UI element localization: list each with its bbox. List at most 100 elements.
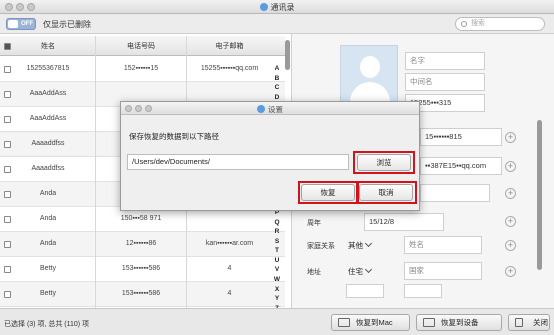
alphabet-index-letter[interactable]: Y [272, 294, 282, 304]
alphabet-index-letter[interactable]: W [272, 275, 282, 285]
toggle-label: OFF [21, 21, 33, 27]
settings-dialog: 设置 保存恢复的数据到以下路径 /Users/dev/Documents/ 浏览… [120, 101, 420, 211]
table-row[interactable]: Betty 153▪▪▪▪▪▪586 4 [0, 257, 285, 282]
show-deleted-toggle[interactable]: OFF [6, 18, 36, 30]
toolbar: OFF 仅显示已删除 搜索 [0, 14, 554, 34]
relation-label: 家庭关系 [307, 243, 335, 250]
cell-name: Betty [40, 290, 56, 297]
browse-highlight [353, 151, 415, 174]
row-checkbox[interactable] [4, 291, 11, 298]
restore-to-device-button[interactable]: 恢复到设备 [416, 314, 502, 331]
row-checkbox[interactable] [4, 91, 11, 98]
column-header-name[interactable]: 姓名 [20, 41, 76, 51]
cell-name: Aaaaddfss [31, 140, 65, 147]
add-email-icon[interactable]: + [505, 161, 516, 172]
cell-name: Anda [39, 240, 57, 247]
cell-phone: 152▪▪▪▪▪▪15 [123, 65, 159, 72]
alphabet-index-letter[interactable]: S [272, 237, 282, 247]
address-label: 地址 [307, 269, 321, 276]
table-scrollbar[interactable] [285, 40, 290, 70]
search-icon [461, 21, 467, 27]
address-type-select[interactable]: 住宅 [348, 265, 373, 277]
settings-app-icon [257, 105, 265, 113]
alphabet-index-letter[interactable]: X [272, 285, 282, 295]
cell-name: 15255367815 [26, 65, 70, 72]
add-date-icon[interactable]: + [505, 216, 516, 227]
cell-name: Anda [39, 215, 57, 222]
row-checkbox[interactable] [4, 266, 11, 273]
cell-email: 4 [227, 265, 232, 272]
cell-email: 15255▪▪▪▪▪▪qq.com [200, 65, 259, 72]
exit-icon [515, 318, 523, 327]
cell-email: 4 [227, 290, 232, 297]
row-checkbox[interactable] [4, 166, 11, 173]
show-deleted-label: 仅显示已删除 [43, 20, 91, 29]
column-header-email[interactable]: 电子邮箱 [187, 41, 272, 51]
cell-name: Betty [40, 265, 56, 272]
restore-to-mac-button[interactable]: 恢复到Mac [331, 314, 410, 331]
alphabet-index-letter[interactable]: A [272, 64, 282, 74]
add-address-icon[interactable]: + [505, 266, 516, 277]
select-all-checkbox[interactable] [4, 43, 11, 50]
cell-email: kan▪▪▪▪▪▪ar.com [205, 240, 254, 247]
selection-status: 已选择 (3) 项, 总共 (110) 项 [4, 321, 90, 328]
cell-name: AaaAddAss [29, 115, 67, 122]
country-field[interactable]: 国家 [404, 262, 482, 280]
close-button[interactable]: 关闭 [508, 314, 550, 331]
dialog-titlebar: 设置 [121, 102, 419, 115]
save-path-field[interactable]: /Users/dev/Documents/ [127, 154, 349, 170]
cell-phone: 12▪▪▪▪▪▪86 [125, 240, 157, 247]
add-url-icon[interactable]: + [505, 188, 516, 199]
cancel-highlight [356, 181, 417, 204]
phone-field[interactable]: 15▪▪▪▪▪▪815 [420, 128, 502, 146]
row-checkbox[interactable] [4, 66, 11, 73]
url-field[interactable] [420, 184, 490, 202]
relation-select[interactable]: 其他 [348, 239, 373, 251]
street-field[interactable] [346, 284, 384, 298]
toggle-knob [8, 20, 18, 28]
table-row[interactable]: 15255367815 152▪▪▪▪▪▪15 15255▪▪▪▪▪▪qq.com [0, 57, 285, 82]
cell-name: Anda [39, 190, 57, 197]
table-row[interactable]: Betty 153▪▪▪▪▪▪586 4 [0, 282, 285, 307]
alphabet-index-letter[interactable]: B [272, 74, 282, 84]
dialog-title: 设置 [121, 104, 419, 115]
cell-phone: 153▪▪▪▪▪▪586 [121, 265, 161, 272]
row-checkbox[interactable] [4, 191, 11, 198]
row-checkbox[interactable] [4, 116, 11, 123]
cell-phone: 150▪▪▪58 971 [120, 215, 162, 222]
footer-bar: 已选择 (3) 项, 总共 (110) 项 恢复到Mac 恢复到设备 关闭 [0, 308, 554, 335]
detail-scrollbar[interactable] [537, 120, 542, 270]
first-name-field[interactable]: 名字 [405, 52, 485, 70]
alphabet-index-letter[interactable]: Q [272, 218, 282, 228]
alphabet-index-letter[interactable]: U [272, 256, 282, 266]
avatar-head-icon [360, 56, 380, 78]
chevron-down-icon [364, 265, 373, 274]
window-titlebar: 通讯录 [0, 0, 554, 14]
restore-highlight [298, 181, 359, 204]
search-input[interactable]: 搜索 [455, 17, 545, 31]
cell-phone: 153▪▪▪▪▪▪586 [121, 290, 161, 297]
add-phone-icon[interactable]: + [505, 132, 516, 143]
contacts-app-icon [259, 3, 268, 11]
alphabet-index-letter[interactable]: V [272, 265, 282, 275]
anniversary-field[interactable]: 15/12/8 [364, 213, 444, 231]
alphabet-index-letter[interactable]: R [272, 227, 282, 237]
city-field[interactable] [404, 284, 442, 298]
row-checkbox[interactable] [4, 241, 11, 248]
table-row[interactable]: Anda 12▪▪▪▪▪▪86 kan▪▪▪▪▪▪ar.com [0, 232, 285, 257]
relation-name-field[interactable]: 姓名 [404, 236, 482, 254]
row-checkbox[interactable] [4, 141, 11, 148]
device-icon [423, 318, 435, 327]
add-relation-icon[interactable]: + [505, 240, 516, 251]
dialog-message: 保存恢复的数据到以下路径 [129, 132, 219, 141]
chevron-down-icon [364, 239, 373, 248]
email-field[interactable]: ▪▪387E15▪▪qq.com [420, 157, 502, 175]
row-checkbox[interactable] [4, 216, 11, 223]
column-header-phone[interactable]: 电话号码 [96, 41, 186, 51]
cell-name: AaaAddAss [29, 90, 67, 97]
alphabet-index-letter[interactable]: C [272, 83, 282, 93]
middle-name-field[interactable]: 中间名 [405, 73, 485, 91]
alphabet-index-letter[interactable]: T [272, 246, 282, 256]
table-header: 姓名 电话号码 电子邮箱 [0, 36, 285, 56]
anniversary-label: 周年 [307, 220, 321, 227]
